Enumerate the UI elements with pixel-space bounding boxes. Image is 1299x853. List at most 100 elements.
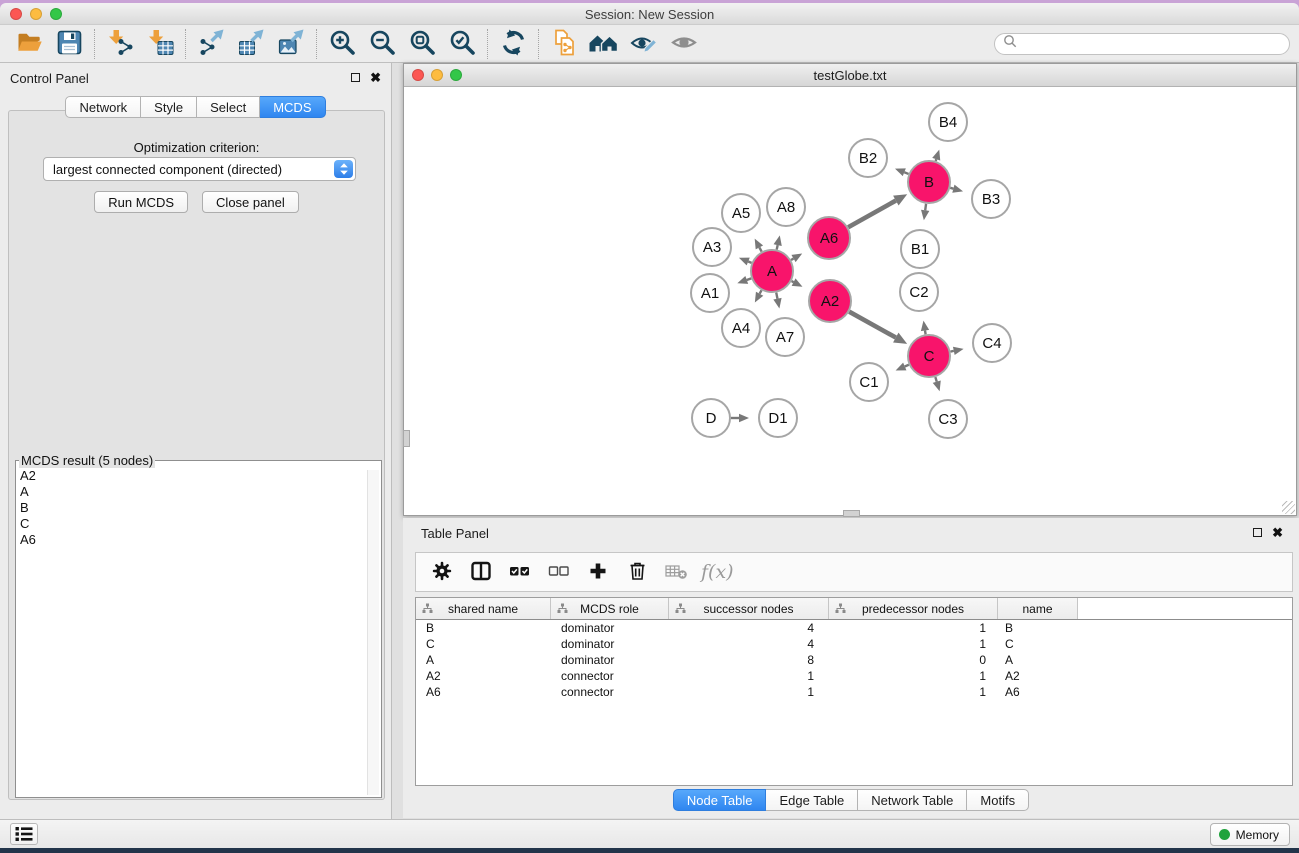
dropdown-stepper-icon[interactable] (334, 160, 353, 178)
graph-edge-C-C2[interactable] (921, 321, 929, 335)
table-cell[interactable]: 4 (669, 621, 829, 635)
close-panel-button[interactable]: Close panel (202, 191, 299, 213)
delete-rows-button[interactable] (621, 556, 653, 588)
fx-button[interactable]: f(x) (699, 556, 736, 588)
columns-button[interactable] (465, 556, 497, 588)
table-cell[interactable]: 8 (669, 653, 829, 667)
graph-edge-A-A6[interactable] (791, 254, 802, 263)
tab-style[interactable]: Style (141, 96, 197, 118)
window-resize-grip[interactable] (1282, 501, 1295, 514)
home-button[interactable] (584, 27, 624, 61)
table-cell[interactable]: A2 (998, 669, 1078, 683)
graph-node-B[interactable]: B (908, 161, 950, 203)
tab-network-table[interactable]: Network Table (858, 789, 967, 811)
tab-network[interactable]: Network (65, 96, 141, 118)
graph-edge-C-C4[interactable] (951, 347, 964, 355)
table-cell[interactable]: A (998, 653, 1078, 667)
zoom-out-button[interactable] (362, 27, 402, 61)
table-cell[interactable]: 1 (829, 669, 998, 683)
memory-button[interactable]: Memory (1210, 823, 1290, 846)
graph-edge-B-B2[interactable] (895, 168, 909, 176)
network-graph[interactable]: B4B2BB3A8A5A6A3B1AC2A1A2A4A7C4CC1DD1C3 (404, 88, 1296, 515)
table-row[interactable]: Adominator80A (416, 652, 1292, 668)
network-file-button[interactable] (544, 27, 584, 61)
graph-node-A6[interactable]: A6 (808, 217, 850, 259)
open-file-button[interactable] (9, 27, 49, 61)
deselect-all-button[interactable] (543, 556, 575, 588)
graph-node-B1[interactable]: B1 (901, 230, 939, 268)
import-network-button[interactable] (100, 27, 140, 61)
optimization-criterion-dropdown[interactable]: largest connected component (directed) (43, 157, 356, 181)
destroy-table-button[interactable] (660, 556, 692, 588)
mcds-result-item[interactable]: C (20, 516, 377, 532)
table-cell[interactable]: 1 (829, 621, 998, 635)
graph-edge-A-A5[interactable] (755, 239, 763, 252)
result-scrollbar[interactable] (367, 470, 379, 795)
graph-node-A8[interactable]: A8 (767, 188, 805, 226)
table-cell[interactable]: dominator (551, 653, 669, 667)
close-table-panel-icon[interactable]: ✖ (1272, 527, 1283, 538)
table-row[interactable]: A6connector11A6 (416, 684, 1292, 700)
eye-button[interactable] (664, 27, 704, 61)
zoom-fit-button[interactable] (402, 27, 442, 61)
tab-node-table[interactable]: Node Table (673, 789, 767, 811)
table-cell[interactable]: A2 (416, 669, 551, 683)
graph-edge-A2-C[interactable] (849, 312, 907, 344)
graph-edge-A6-B[interactable] (848, 194, 907, 227)
zoom-selected-button[interactable] (442, 27, 482, 61)
network-close-icon[interactable] (412, 69, 424, 81)
graph-node-D1[interactable]: D1 (759, 399, 797, 437)
tab-edge-table[interactable]: Edge Table (766, 789, 858, 811)
float-table-panel-icon[interactable] (1253, 528, 1262, 537)
add-row-button[interactable] (582, 556, 614, 588)
tab-mcds[interactable]: MCDS (260, 96, 325, 118)
mcds-result-item[interactable]: B (20, 500, 377, 516)
graph-edge-A-A7[interactable] (773, 293, 781, 309)
split-divider-handle-vertical[interactable] (403, 430, 410, 447)
graph-edge-C-C3[interactable] (933, 377, 941, 391)
mcds-result-item[interactable]: A2 (20, 468, 377, 484)
network-minimize-icon[interactable] (431, 69, 443, 81)
graph-node-B3[interactable]: B3 (972, 180, 1010, 218)
run-mcds-button[interactable]: Run MCDS (94, 191, 188, 213)
table-cell[interactable]: A6 (416, 685, 551, 699)
split-divider-handle-horizontal[interactable] (843, 510, 860, 517)
network-maximize-icon[interactable] (450, 69, 462, 81)
float-panel-icon[interactable] (351, 73, 360, 82)
graph-node-C1[interactable]: C1 (850, 363, 888, 401)
graph-node-C2[interactable]: C2 (900, 273, 938, 311)
graph-edge-B-B4[interactable] (932, 150, 940, 161)
graph-node-A[interactable]: A (751, 250, 793, 292)
task-history-button[interactable] (10, 823, 38, 845)
tab-select[interactable]: Select (197, 96, 260, 118)
table-cell[interactable]: 1 (829, 685, 998, 699)
table-cell[interactable]: C (998, 637, 1078, 651)
refresh-layout-button[interactable] (493, 27, 533, 61)
table-row[interactable]: Bdominator41B (416, 620, 1292, 636)
table-cell[interactable]: 0 (829, 653, 998, 667)
show-hide-graphics-details-button[interactable] (624, 27, 664, 61)
graph-node-D[interactable]: D (692, 399, 730, 437)
table-cell[interactable]: B (416, 621, 551, 635)
graph-node-A3[interactable]: A3 (693, 228, 731, 266)
graph-edge-A-A2[interactable] (792, 278, 803, 286)
table-cell[interactable]: A6 (998, 685, 1078, 699)
graph-edge-A-A3[interactable] (739, 258, 752, 266)
network-window-titlebar[interactable]: testGlobe.txt (404, 64, 1296, 87)
select-all-button[interactable] (504, 556, 536, 588)
column-header-predecessor-nodes[interactable]: predecessor nodes (829, 598, 998, 619)
table-cell[interactable]: A (416, 653, 551, 667)
column-header-name[interactable]: name (998, 598, 1078, 619)
table-cell[interactable]: C (416, 637, 551, 651)
graph-edge-A-A4[interactable] (755, 290, 763, 302)
import-table-button[interactable] (140, 27, 180, 61)
table-cell[interactable]: 1 (829, 637, 998, 651)
table-cell[interactable]: connector (551, 685, 669, 699)
export-network-button[interactable] (191, 27, 231, 61)
graph-node-A7[interactable]: A7 (766, 318, 804, 356)
mcds-result-item[interactable]: A (20, 484, 377, 500)
graph-node-A2[interactable]: A2 (809, 280, 851, 322)
tab-motifs[interactable]: Motifs (967, 789, 1029, 811)
save-session-button[interactable] (49, 27, 89, 61)
graph-edge-C-C1[interactable] (896, 363, 909, 371)
